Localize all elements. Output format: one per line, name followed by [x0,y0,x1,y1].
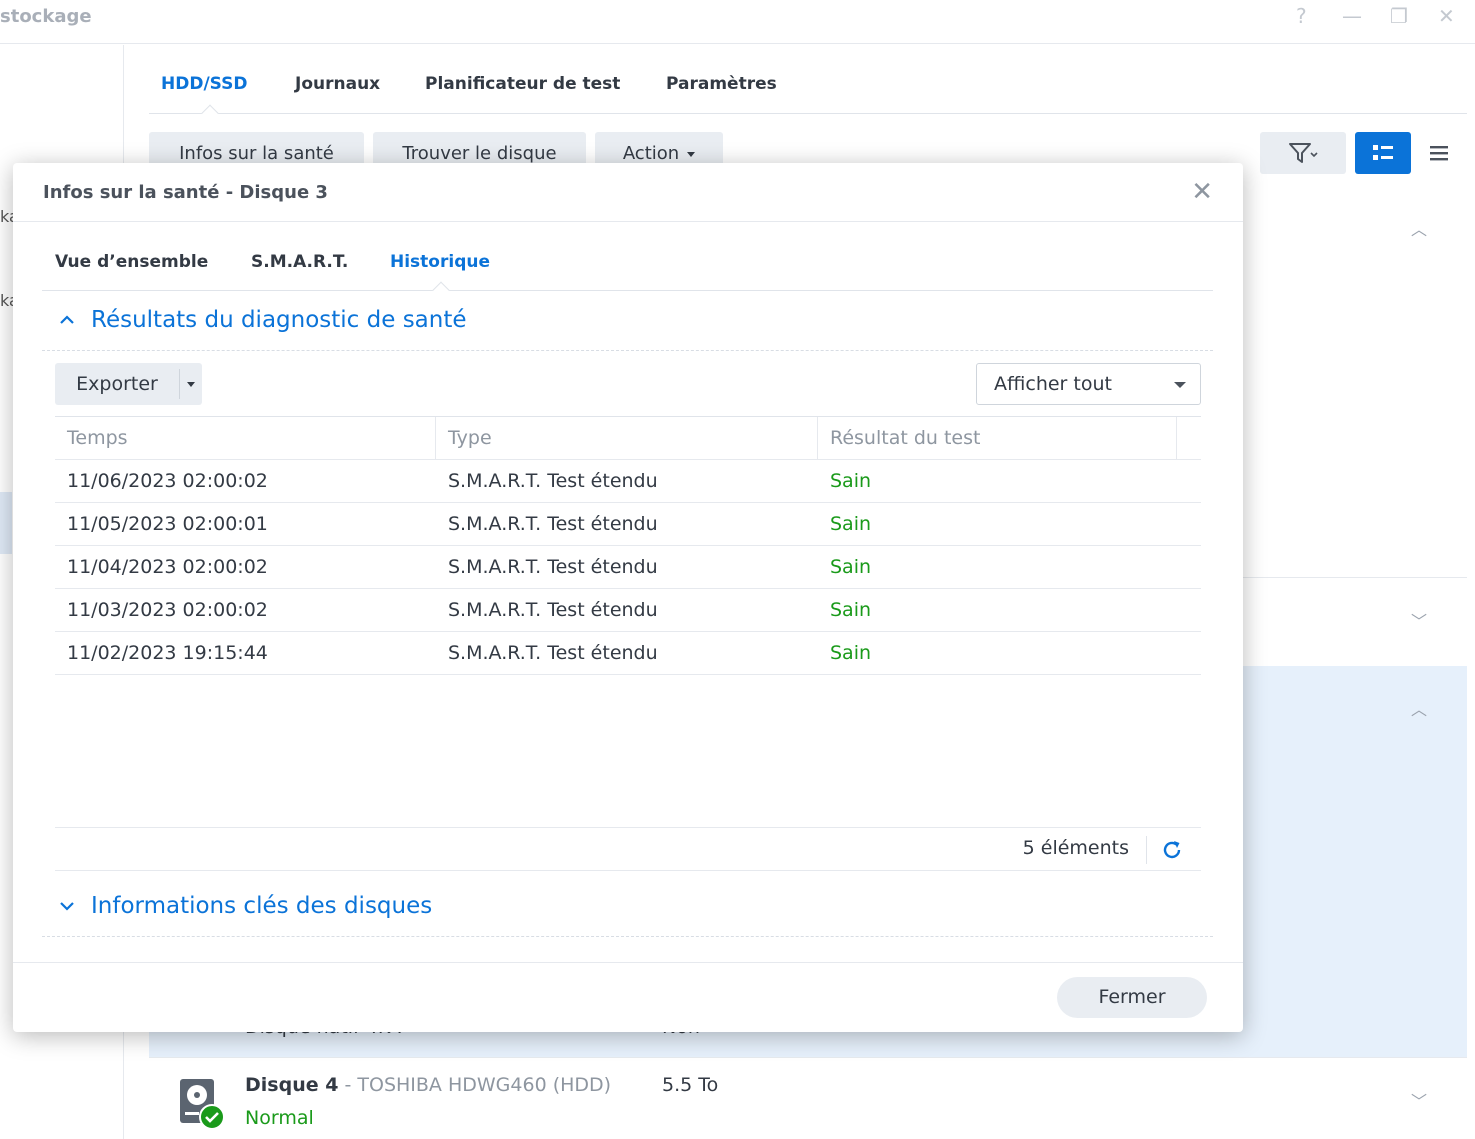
tab-overview[interactable]: Vue d’ensemble [55,252,208,272]
cell-time: 11/03/2023 02:00:02 [67,599,268,621]
table-row[interactable]: 11/03/2023 02:00:02 S.M.A.R.T. Test éten… [55,589,1201,632]
window-close-icon[interactable]: ✕ [1438,4,1455,28]
history-table: Temps Type Résultat du test 11/06/2023 0… [55,416,1201,871]
chevron-down-icon [187,381,195,387]
app-title: stockage [0,6,92,27]
disk-status: Normal [245,1107,314,1129]
export-button[interactable]: Exporter [55,363,179,405]
restore-icon[interactable]: ❐ [1390,4,1408,28]
card-view-icon [1373,145,1393,160]
cell-type: S.M.A.R.T. Test étendu [448,513,658,535]
footer-divider [1146,836,1147,864]
section-title: Résultats du diagnostic de santé [91,307,467,333]
table-row[interactable]: 11/02/2023 19:15:44 S.M.A.R.T. Test éten… [55,632,1201,675]
disk-row-4[interactable]: Disque 4 - TOSHIBA HDWG460 (HDD) 5.5 To … [149,1057,1467,1139]
export-button-group: Exporter [55,363,202,405]
window-titlebar: stockage ? — ❐ ✕ [0,0,1475,44]
table-row[interactable]: 11/06/2023 02:00:02 S.M.A.R.T. Test éten… [55,460,1201,503]
filter-icon [1289,143,1318,163]
cell-result: Sain [830,513,872,535]
dialog-footer: Fermer [13,962,1243,1032]
list-view-button[interactable] [1411,132,1467,174]
cell-result: Sain [830,470,872,492]
table-header: Temps Type Résultat du test [55,417,1201,460]
table-row[interactable]: 11/05/2023 02:00:01 S.M.A.R.T. Test éten… [55,503,1201,546]
refresh-icon[interactable] [1161,839,1183,861]
card-view-button[interactable] [1355,132,1411,174]
tab-journaux[interactable]: Journaux [295,74,380,94]
chevron-down-icon[interactable]: ﹀ [1411,1088,1427,1112]
column-header-type[interactable]: Type [436,417,818,460]
cell-time: 11/05/2023 02:00:01 [67,513,268,535]
dialog-title: Infos sur la santé - Disque 3 [43,182,328,203]
disk-name: Disque 4 - TOSHIBA HDWG460 (HDD) [245,1074,611,1096]
column-header-result[interactable]: Résultat du test [818,417,1177,460]
dialog-header: Infos sur la santé - Disque 3 ✕ [13,163,1243,222]
cell-time: 11/04/2023 02:00:02 [67,556,268,578]
filter-button[interactable] [1260,132,1346,174]
tab-smart[interactable]: S.M.A.R.T. [251,252,348,272]
check-circle-icon [199,1104,225,1130]
chevron-down-icon [1174,382,1186,388]
disk-model: - TOSHIBA HDWG460 (HDD) [338,1074,612,1096]
action-button-label: Action [622,142,680,164]
tab-history[interactable]: Historique [390,252,490,272]
section-keyinfo-header[interactable]: Informations clés des disques [42,879,1213,937]
cell-type: S.M.A.R.T. Test étendu [448,470,658,492]
cell-result: Sain [830,556,872,578]
disk-label: Disque 4 [245,1074,339,1096]
tab-planificateur[interactable]: Planificateur de test [425,74,620,94]
cell-result: Sain [830,599,872,621]
table-row[interactable]: 11/04/2023 02:00:02 S.M.A.R.T. Test éten… [55,546,1201,589]
disk-size: 5.5 To [662,1074,719,1096]
cell-time: 11/06/2023 02:00:02 [67,470,268,492]
section-diagnostic-header[interactable]: Résultats du diagnostic de santé [42,293,1213,351]
table-footer: 5 éléments [55,827,1201,871]
sidebar-selected-indicator [0,492,12,554]
cell-type: S.M.A.R.T. Test étendu [448,556,658,578]
section-title: Informations clés des disques [91,893,433,919]
dialog-tabbar: Vue d’ensemble S.M.A.R.T. Historique [42,223,1213,299]
close-icon[interactable]: ✕ [1191,177,1213,207]
help-icon[interactable]: ? [1296,4,1307,28]
cell-result: Sain [830,642,872,664]
main-tabbar: HDD/SSD Journaux Planificateur de test P… [149,64,1467,122]
chevron-down-icon [687,151,696,157]
health-info-dialog: Infos sur la santé - Disque 3 ✕ Vue d’en… [13,163,1243,1032]
tab-hdd-ssd[interactable]: HDD/SSD [161,74,248,94]
filter-select-value: Afficher tout [994,373,1112,395]
chevron-down-icon [60,902,74,911]
close-button[interactable]: Fermer [1057,977,1207,1018]
column-header-time[interactable]: Temps [55,417,436,460]
item-count: 5 éléments [1022,837,1129,859]
cell-type: S.M.A.R.T. Test étendu [448,642,658,664]
export-dropdown-button[interactable] [180,363,202,405]
chevron-up-icon [60,315,74,324]
chevron-up-icon[interactable]: ︿ [1411,696,1427,720]
list-view-icon [1430,146,1448,161]
tab-parametres[interactable]: Paramètres [666,74,777,94]
cell-type: S.M.A.R.T. Test étendu [448,599,658,621]
chevron-up-icon[interactable]: ︿ [1411,216,1427,240]
filter-select[interactable]: Afficher tout [976,363,1201,405]
chevron-down-icon[interactable]: ﹀ [1411,608,1427,632]
active-tab-pointer [201,104,219,122]
cell-time: 11/02/2023 19:15:44 [67,642,268,664]
minimize-icon[interactable]: — [1342,4,1362,28]
